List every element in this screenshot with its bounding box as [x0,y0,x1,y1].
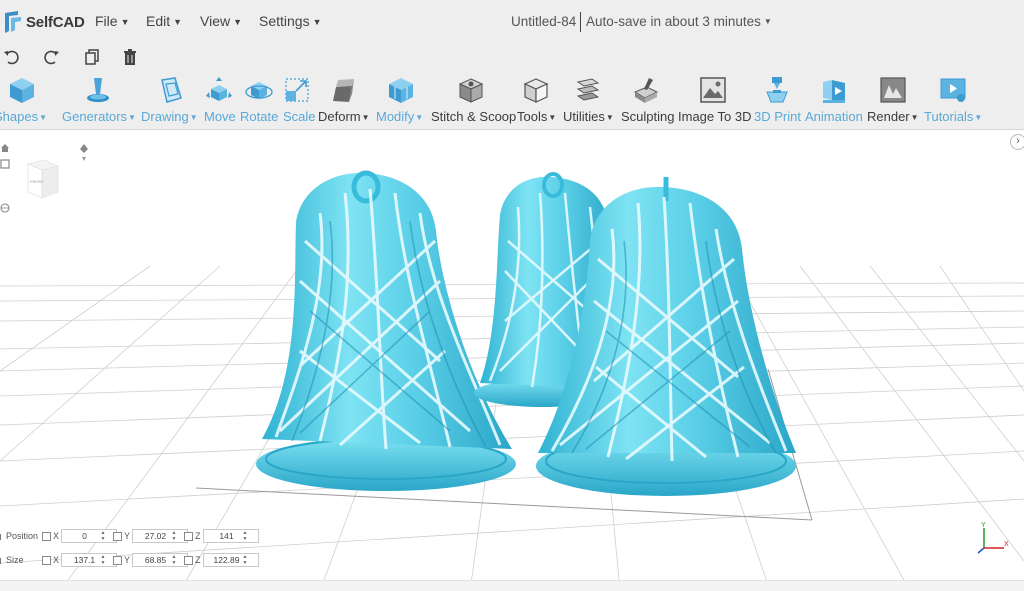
position-z-input[interactable] [203,529,259,543]
tool-shapes[interactable]: Shapes▼ [0,70,58,130]
size-y-lock-checkbox[interactable] [113,556,122,565]
tool-tools[interactable]: Tools▼ [516,70,558,130]
position-z-axis-label: Z [195,531,201,541]
undo-icon[interactable] [3,48,21,66]
tool-scale[interactable]: Scale [282,70,316,130]
home-view-icon[interactable] [0,143,10,153]
size-x-input[interactable] [61,553,117,567]
position-x-input[interactable] [61,529,117,543]
tool-move[interactable]: Move [203,70,237,130]
position-y-axis-label: Y [124,531,131,541]
tool-drawing[interactable]: Drawing▼ [141,70,201,130]
size-label: Size [6,555,24,565]
position-row-marker [0,534,4,540]
menu-view[interactable]: View ▼ [200,13,242,29]
position-x-axis-label: X [53,531,60,541]
size-x-lock-checkbox[interactable] [42,556,51,565]
gizmo-y-label: Y [981,522,986,529]
image-to-3d-icon [700,77,726,103]
position-y-spinner[interactable]: ▲ ▼ [171,530,177,542]
position-z-lock-checkbox[interactable] [184,532,193,541]
animation-icon [823,80,845,103]
sculpting-icon [633,78,659,103]
position-x-spinner[interactable]: ▲ ▼ [100,530,106,542]
generator-icon [87,78,109,102]
app-logo[interactable]: SelfCAD [4,9,85,35]
size-z-lock-checkbox[interactable] [184,556,193,565]
position-label: Position [6,531,39,541]
render-icon [880,77,906,103]
selfcad-app: SelfCAD File ▼ Edit ▼ View ▼ Settings ▼ Unti… [0,0,1024,591]
move-icon [206,77,232,101]
size-z-axis-label: Z [195,555,201,565]
size-row: Size X ▲▼ Y ▲▼ Z ▲▼ [0,553,260,569]
tool-image-to-3d[interactable]: Image To 3D [677,70,751,130]
size-z-input[interactable] [203,553,259,567]
transform-panel: Position X ▲▼ Y ▲▼ Z ▲▼ Size X ▲▼ Y ▲▼ [0,528,260,578]
tool-deform[interactable]: Deform▼ [317,70,373,130]
globe-view-icon[interactable] [0,203,10,213]
stitch-scoop-icon [458,78,484,103]
axis-gizmo: Y X [977,522,1009,554]
view-cube-front-label: FRONT [30,179,44,184]
gizmo-x-label: X [1004,541,1009,548]
tool-render[interactable]: Render▼ [866,70,920,130]
fit-view-icon[interactable] [0,159,10,169]
tool-modify[interactable]: Modify▼ [375,70,427,130]
menu-file[interactable]: File ▼ [95,13,129,29]
size-row-marker [0,558,4,564]
tool-utilities[interactable]: Utilities▼ [562,70,616,130]
document-title[interactable]: Untitled-84 [511,14,576,29]
scene-canvas[interactable] [0,131,1024,591]
tool-stitch-scoop[interactable]: Stitch & Scoop [430,70,516,130]
light-direction-icon[interactable] [78,143,90,165]
autosave-dropdown[interactable]: Auto-save in about 3 minutes ▼ [586,14,772,29]
size-x-axis-label: X [53,555,60,565]
collapse-panel-button[interactable]: › [1010,134,1024,150]
position-z-spinner[interactable]: ▲ ▼ [242,530,248,542]
modify-icon [389,78,413,103]
position-y-input[interactable] [132,529,188,543]
tool-generators[interactable]: Generators▼ [62,70,138,130]
tutorials-icon [940,78,966,102]
size-y-input[interactable] [132,553,188,567]
size-x-spinner[interactable]: ▲ ▼ [100,554,106,566]
menu-edit[interactable]: Edit ▼ [146,13,182,29]
copy-icon[interactable] [83,48,101,66]
tool-sculpting[interactable]: Sculpting [620,70,674,130]
redo-icon[interactable] [42,48,60,66]
cube-icon [10,78,34,103]
main-toolbar: Shapes▼ Generators▼ Drawing▼ [0,70,1024,130]
deform-icon [333,79,354,102]
tool-rotate[interactable]: Rotate [240,70,280,130]
tool-tutorials[interactable]: Tutorials▼ [923,70,985,130]
selfcad-logo-icon [5,11,21,33]
3d-viewport[interactable]: FRONT › [0,131,1024,591]
status-bar [0,580,1024,591]
rotate-icon [245,82,273,99]
utilities-icon [576,78,600,101]
quick-actions-bar [0,44,1024,70]
size-z-spinner[interactable]: ▲ ▼ [242,554,248,566]
view-cube[interactable]: FRONT [24,156,60,202]
title-divider [580,12,581,32]
trash-icon[interactable] [121,48,139,66]
printer-icon [766,77,788,103]
title-bar: SelfCAD File ▼ Edit ▼ View ▼ Settings ▼ Unti… [0,0,1024,44]
tools-icon [523,78,549,103]
tool-animation[interactable]: Animation [804,70,864,130]
position-y-lock-checkbox[interactable] [113,532,122,541]
size-y-spinner[interactable]: ▲ ▼ [171,554,177,566]
drawing-icon [161,77,182,103]
tool-3d-print[interactable]: 3D Print [753,70,801,130]
menu-settings[interactable]: Settings ▼ [259,13,322,29]
scale-icon [285,78,309,102]
app-name: SelfCAD [26,13,85,31]
position-x-lock-checkbox[interactable] [42,532,51,541]
bell-model-left[interactable] [256,170,516,491]
position-row: Position X ▲▼ Y ▲▼ Z ▲▼ [0,529,260,545]
size-y-axis-label: Y [124,555,131,565]
